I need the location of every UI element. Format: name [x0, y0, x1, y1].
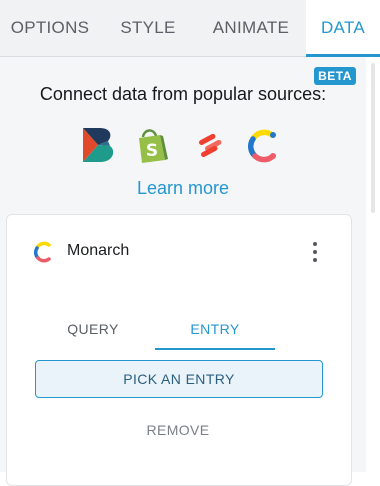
tab-animate[interactable]: ANIMATE	[196, 0, 306, 56]
connection-card: Monarch QUERY ENTRY PICK AN ENTRY REMOVE	[6, 214, 352, 486]
shopify-logo-icon[interactable]: S	[134, 126, 170, 164]
scrollbar-thumb[interactable]	[371, 63, 375, 213]
learn-more-link[interactable]: Learn more	[0, 178, 366, 199]
tab-options[interactable]: OPTIONS	[0, 0, 100, 56]
contentful-icon	[33, 241, 51, 263]
bravo-logo-icon[interactable]	[80, 126, 116, 164]
connect-headline: Connect data from popular sources:	[39, 84, 327, 104]
scrollbar[interactable]	[366, 57, 380, 472]
subtab-entry[interactable]: ENTRY	[155, 311, 275, 350]
pick-entry-button[interactable]: PICK AN ENTRY	[35, 360, 323, 398]
beta-badge: BETA	[314, 67, 356, 85]
tab-data[interactable]: DATA	[306, 0, 380, 57]
tab-style[interactable]: STYLE	[100, 0, 196, 56]
svg-text:S: S	[146, 141, 158, 161]
remove-button[interactable]: REMOVE	[35, 417, 321, 443]
sanity-logo-icon[interactable]	[192, 126, 228, 164]
contentful-logo-icon[interactable]	[246, 126, 282, 164]
connection-name: Monarch	[67, 242, 130, 259]
subtab-query[interactable]: QUERY	[33, 311, 153, 347]
panel-tab-bar: OPTIONS STYLE ANIMATE DATA	[0, 0, 380, 57]
source-logos: S	[80, 126, 286, 166]
more-options-icon[interactable]	[307, 239, 323, 265]
